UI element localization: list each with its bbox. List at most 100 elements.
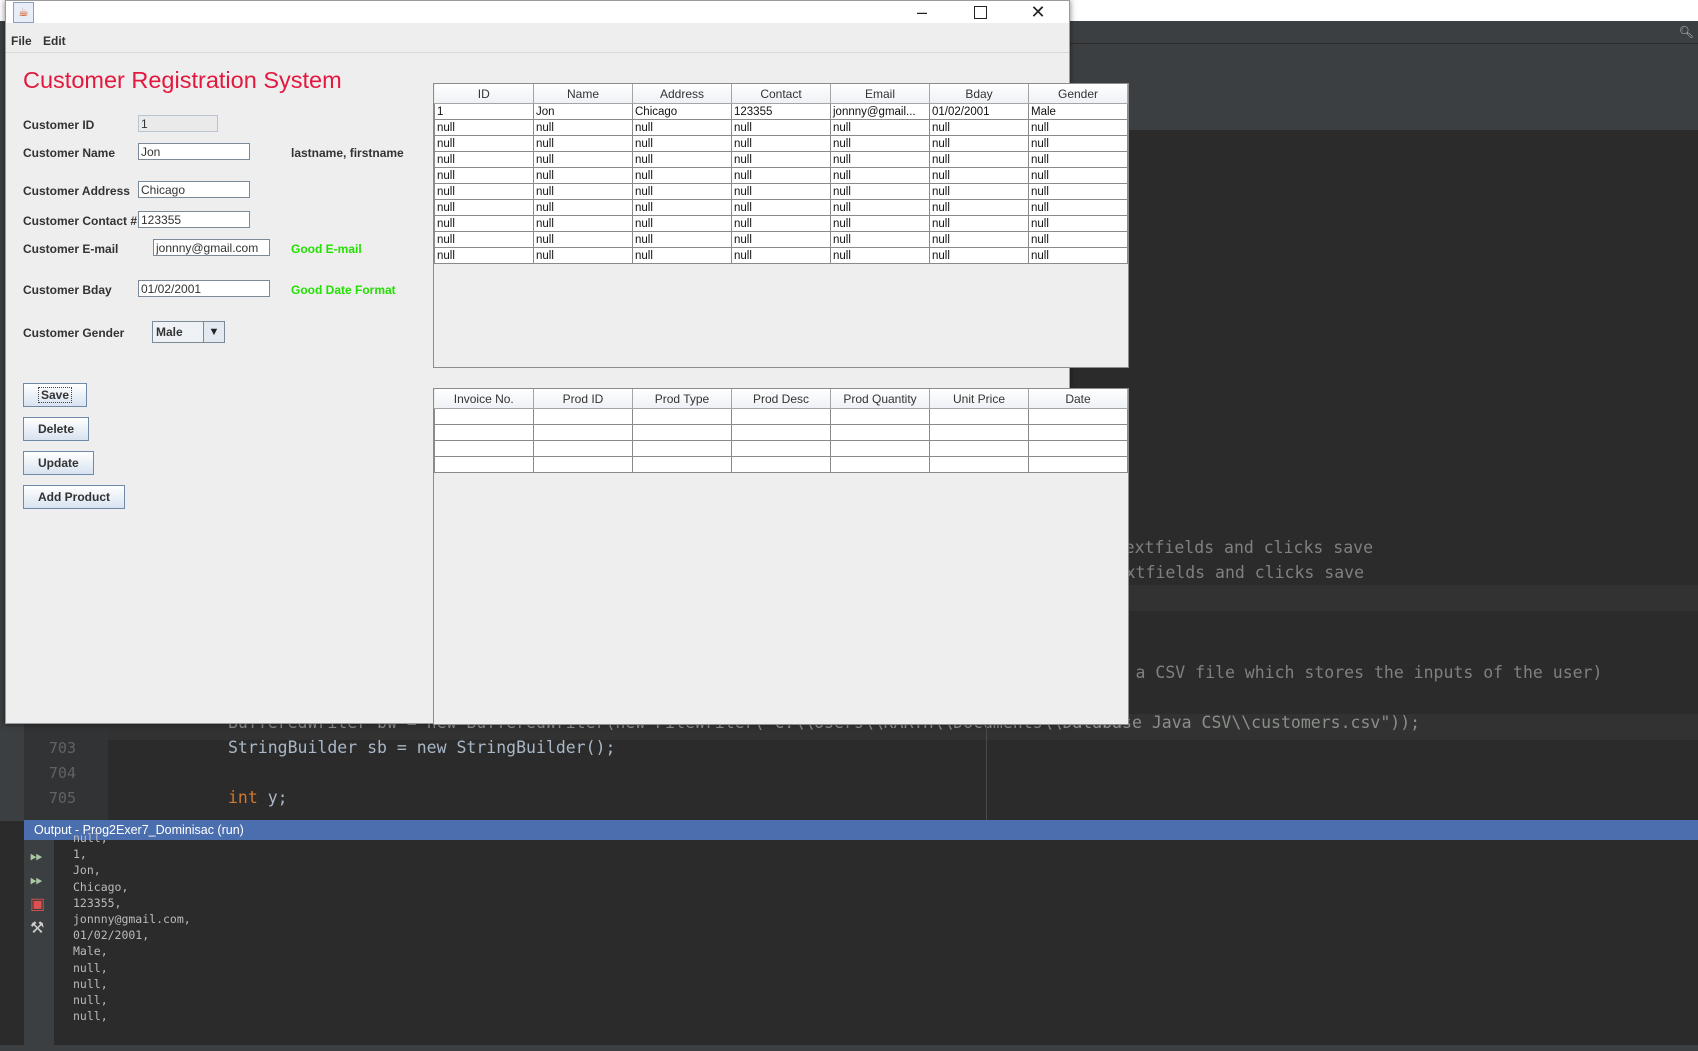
table-cell[interactable]: null [533,135,633,152]
table-cell[interactable]: null [533,119,633,136]
table-cell[interactable] [929,440,1029,457]
table-row[interactable]: null null null null null null null [434,199,1128,216]
table-cell[interactable]: null [731,215,831,232]
table-cell[interactable] [533,424,633,441]
table-cell[interactable]: null [929,151,1029,168]
table-cell[interactable]: null [1028,231,1128,248]
table-cell[interactable]: null [434,215,534,232]
table-cell[interactable]: null [830,247,930,264]
settings-icon[interactable]: ⚒ [30,920,44,938]
customer-id-field[interactable] [138,115,218,132]
table-cell[interactable]: jonnny@gmail... [830,103,930,120]
table-row[interactable]: null null null null null null null [434,231,1128,248]
table-cell[interactable]: null [632,183,732,200]
customer-bday-field[interactable] [138,280,270,297]
table-cell[interactable]: null [533,247,633,264]
table-cell[interactable]: null [731,135,831,152]
stop-icon[interactable]: ▣ [30,896,45,914]
table-cell[interactable]: null [830,231,930,248]
customer-address-field[interactable] [138,181,250,198]
table-row[interactable]: null null null null null null null [434,215,1128,232]
close-button[interactable]: ✕ [1009,1,1067,23]
products-column-header[interactable]: Prod ID [533,389,633,409]
products-column-header[interactable]: Unit Price [929,389,1029,409]
customer-name-field[interactable] [138,143,250,160]
table-cell[interactable]: null [1028,199,1128,216]
table-cell[interactable]: null [830,167,930,184]
table-row[interactable]: 1 Jon Chicago 123355 jonnny@gmail... 01/02/20… [434,103,1128,120]
table-cell[interactable]: null [929,247,1029,264]
table-cell[interactable]: null [632,119,732,136]
table-row[interactable]: null null null null null null null [434,135,1128,152]
table-cell[interactable]: null [731,183,831,200]
table-cell[interactable]: null [830,183,930,200]
table-cell[interactable]: null [632,151,732,168]
table-row[interactable]: null null null null null null null [434,151,1128,168]
table-cell[interactable] [929,424,1029,441]
table-row[interactable]: null null null null null null null [434,247,1128,264]
table-cell[interactable]: null [632,199,732,216]
update-button[interactable]: Update [23,451,94,475]
products-column-header[interactable]: Date [1028,389,1128,409]
table-cell[interactable] [1028,424,1128,441]
table-cell[interactable] [929,456,1029,473]
products-column-header[interactable]: Prod Type [632,389,732,409]
table-cell[interactable]: null [1028,151,1128,168]
rerun-with-options-icon[interactable]: ⏩︎ [30,872,43,890]
customers-column-header[interactable]: Address [632,84,732,104]
table-cell[interactable]: null [830,151,930,168]
minimize-button[interactable]: – [893,1,951,23]
products-table[interactable]: Invoice No. Prod ID Prod Type Prod Desc Prod… [434,389,1128,473]
table-cell[interactable]: null [1028,119,1128,136]
save-button[interactable]: Save [23,383,88,407]
table-cell[interactable]: null [434,247,534,264]
table-cell[interactable] [632,424,732,441]
table-cell[interactable]: 1 [434,103,534,120]
table-cell[interactable]: Chicago [632,103,732,120]
search-icon[interactable]: 🔍︎ [1679,25,1694,39]
table-cell[interactable] [830,440,930,457]
table-cell[interactable] [731,456,831,473]
table-cell[interactable]: null [929,231,1029,248]
table-cell[interactable]: null [434,151,534,168]
output-panel-header[interactable]: Output - Prog2Exer7_Dominisac (run) [24,820,1698,840]
table-row[interactable] [434,408,1128,425]
table-cell[interactable] [632,408,732,425]
table-cell[interactable]: null [533,199,633,216]
table-row[interactable] [434,456,1128,473]
products-column-header[interactable]: Invoice No. [434,389,534,409]
table-cell[interactable] [830,456,930,473]
customers-column-header[interactable]: Contact [731,84,831,104]
table-cell[interactable]: null [533,167,633,184]
table-cell[interactable]: null [434,199,534,216]
table-cell[interactable] [731,408,831,425]
table-cell[interactable]: null [929,199,1029,216]
table-cell[interactable] [830,408,930,425]
table-cell[interactable]: null [1028,183,1128,200]
customers-column-header[interactable]: ID [434,84,534,104]
customers-column-header[interactable]: Name [533,84,633,104]
menu-edit[interactable]: Edit [43,34,66,48]
table-cell[interactable] [434,408,534,425]
table-cell[interactable] [1028,440,1128,457]
delete-button[interactable]: Delete [23,417,90,441]
table-cell[interactable]: null [434,119,534,136]
table-cell[interactable]: Male [1028,103,1128,120]
table-row[interactable]: null null null null null null null [434,183,1128,200]
customers-column-header[interactable]: Email [830,84,930,104]
table-cell[interactable] [632,456,732,473]
table-row[interactable]: null null null null null null null [434,119,1128,136]
table-cell[interactable]: null [731,119,831,136]
table-cell[interactable]: Jon [533,103,633,120]
table-cell[interactable]: null [632,215,732,232]
customer-contact-field[interactable] [138,211,250,228]
table-cell[interactable]: null [731,167,831,184]
chevron-down-icon[interactable]: ▼ [203,322,224,342]
table-cell[interactable]: null [929,215,1029,232]
table-cell[interactable]: null [1028,167,1128,184]
table-cell[interactable]: null [533,151,633,168]
table-cell[interactable] [731,424,831,441]
table-cell[interactable]: null [1028,135,1128,152]
customers-column-header[interactable]: Bday [929,84,1029,104]
table-cell[interactable]: null [731,199,831,216]
